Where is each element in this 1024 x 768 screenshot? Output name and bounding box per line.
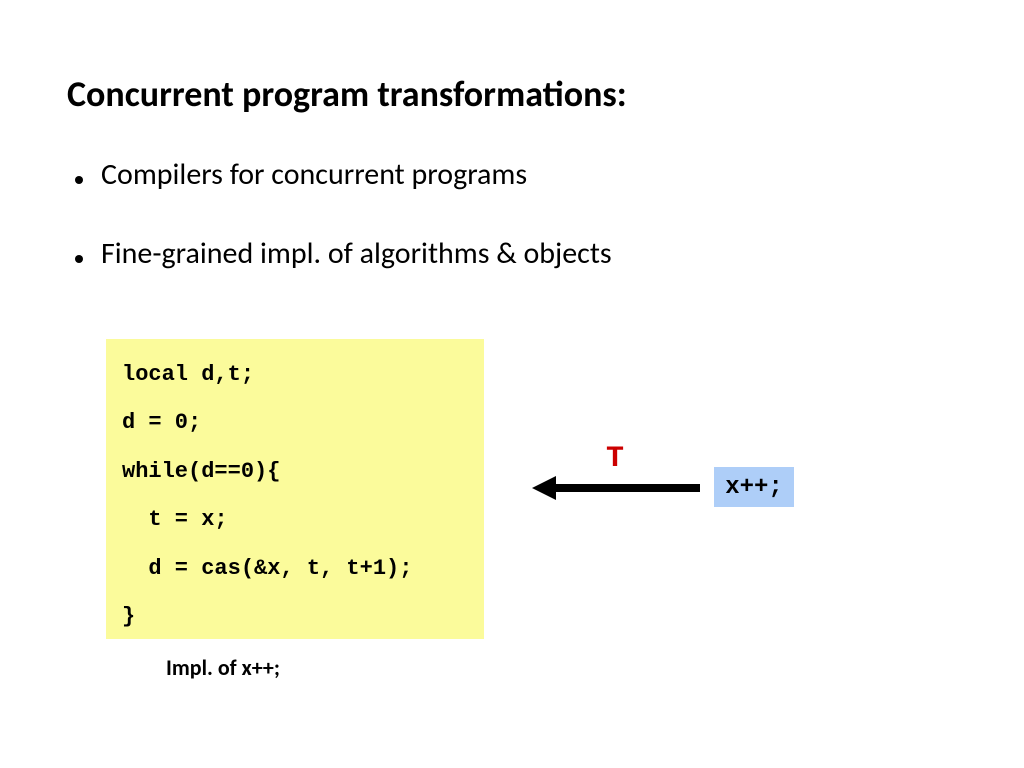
source-expression-box: x++; <box>714 467 794 507</box>
arrow-label: T <box>606 442 624 476</box>
bullet-item: Compilers for concurrent programs <box>75 156 612 193</box>
code-block: local d,t; d = 0; while(d==0){ t = x; d … <box>106 339 484 639</box>
code-line: t = x; <box>122 496 468 544</box>
bullet-dot <box>75 255 83 263</box>
bullet-text: Fine-grained impl. of algorithms & objec… <box>101 235 612 272</box>
code-line: local d,t; <box>122 351 468 399</box>
bullet-text: Compilers for concurrent programs <box>101 156 527 193</box>
code-line: while(d==0){ <box>122 448 468 496</box>
code-line: } <box>122 593 468 641</box>
bullet-list: Compilers for concurrent programs Fine-g… <box>75 156 612 314</box>
transform-arrow: T <box>532 444 702 504</box>
code-line: d = cas(&x, t, t+1); <box>122 545 468 593</box>
bullet-dot <box>75 176 83 184</box>
slide-title: Concurrent program transformations: <box>67 72 627 116</box>
code-line: d = 0; <box>122 399 468 447</box>
bullet-item: Fine-grained impl. of algorithms & objec… <box>75 235 612 272</box>
code-caption: Impl. of x++; <box>166 654 280 681</box>
arrow-left-icon <box>532 474 702 502</box>
